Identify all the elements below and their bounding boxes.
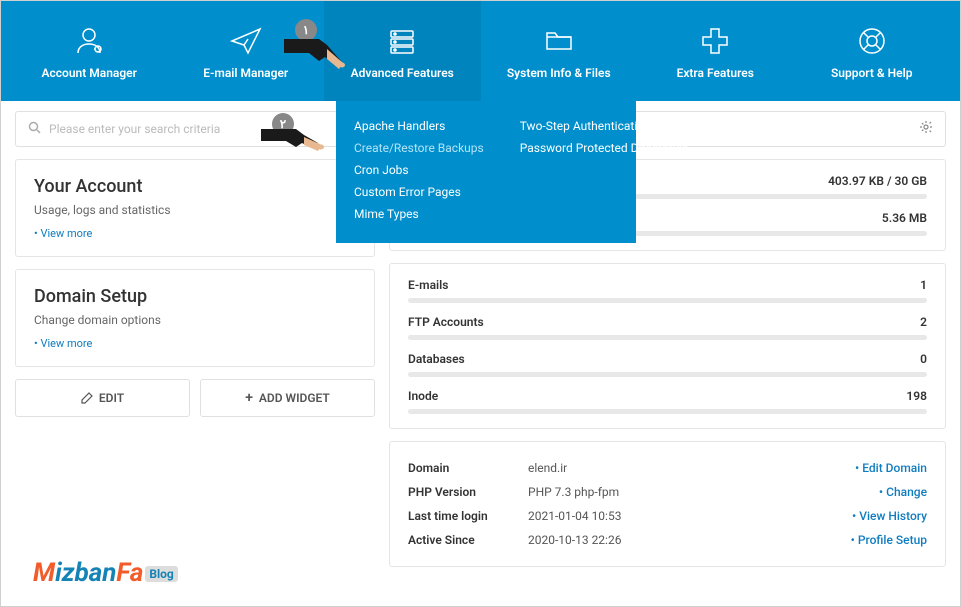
disk-space-value: 403.97 KB / 30 GB xyxy=(828,174,927,188)
plus-icon xyxy=(697,22,733,60)
pencil-icon xyxy=(81,392,93,404)
inode-value: 198 xyxy=(906,389,927,403)
paper-plane-icon xyxy=(228,22,264,60)
accounts-stats-box: E-mails 1 FTP Accounts 2 Databases 0 Inode 1… xyxy=(389,263,946,429)
domain-view-more[interactable]: • View more xyxy=(34,337,356,350)
dropdown-two-step-auth[interactable]: Two-Step Authentication xyxy=(520,115,689,137)
ftp-label: FTP Accounts xyxy=(408,315,484,329)
account-view-more[interactable]: • View more xyxy=(34,227,356,240)
edit-domain-link[interactable]: Edit Domain xyxy=(855,461,927,475)
advanced-features-dropdown: Apache Handlers Create/Restore Backups C… xyxy=(336,101,636,243)
info-active-value: 2020-10-13 22:26 xyxy=(528,533,851,547)
inode-bar xyxy=(408,409,927,414)
account-sub: Usage, logs and statistics xyxy=(34,203,356,217)
plus-small-icon: + xyxy=(245,390,253,406)
inode-label: Inode xyxy=(408,389,438,403)
domain-info-box: Domainelend.irEdit Domain PHP VersionPHP… xyxy=(389,441,946,567)
emails-value: 1 xyxy=(920,278,927,292)
info-domain-label: Domain xyxy=(408,461,528,475)
nav-extra-features[interactable]: Extra Features xyxy=(637,1,794,101)
pointing-hand-icon xyxy=(256,123,326,163)
dropdown-mime-types[interactable]: Mime Types xyxy=(354,203,484,225)
dropdown-apache-handlers[interactable]: Apache Handlers xyxy=(354,115,484,137)
your-account-card: Your Account Usage, logs and statistics … xyxy=(15,159,375,257)
nav-system-info[interactable]: System Info & Files xyxy=(481,1,638,101)
ftp-value: 2 xyxy=(920,315,927,329)
mizbanfa-logo: MizbanFaBlog xyxy=(33,558,178,588)
domain-sub: Change domain options xyxy=(34,313,356,327)
profile-setup-link[interactable]: Profile Setup xyxy=(851,533,927,547)
ftp-bar xyxy=(408,335,927,340)
db-label: Databases xyxy=(408,352,465,366)
edit-button[interactable]: EDIT xyxy=(15,379,190,417)
domain-setup-card: Domain Setup Change domain options • Vie… xyxy=(15,269,375,367)
account-title: Your Account xyxy=(34,176,356,197)
db-value: 0 xyxy=(920,352,927,366)
info-php-label: PHP Version xyxy=(408,485,528,499)
info-domain-value: elend.ir xyxy=(528,461,855,475)
search-icon xyxy=(28,121,41,138)
gear-icon[interactable] xyxy=(919,120,933,138)
change-link[interactable]: Change xyxy=(879,485,927,499)
view-history-link[interactable]: View History xyxy=(852,509,927,523)
lifebuoy-icon xyxy=(854,22,890,60)
pointing-hand-icon xyxy=(279,31,349,81)
db-bar xyxy=(408,372,927,377)
info-active-label: Active Since xyxy=(408,533,528,547)
info-login-value: 2021-01-04 10:53 xyxy=(528,509,852,523)
nav-account-manager[interactable]: Account Manager xyxy=(11,1,168,101)
server-icon xyxy=(384,22,420,60)
dropdown-custom-error-pages[interactable]: Custom Error Pages xyxy=(354,181,484,203)
add-widget-button[interactable]: + ADD WIDGET xyxy=(200,379,375,417)
dropdown-cron-jobs[interactable]: Cron Jobs xyxy=(354,159,484,181)
user-icon xyxy=(71,22,107,60)
info-login-label: Last time login xyxy=(408,509,528,523)
domain-title: Domain Setup xyxy=(34,286,356,307)
emails-label: E-mails xyxy=(408,278,448,292)
emails-bar xyxy=(408,298,927,303)
info-php-value: PHP 7.3 php-fpm xyxy=(528,485,879,499)
folder-icon xyxy=(541,22,577,60)
dropdown-create-restore-backups[interactable]: Create/Restore Backups xyxy=(354,137,484,159)
bandwidth-value: 5.36 MB xyxy=(882,211,927,225)
nav-support-help[interactable]: Support & Help xyxy=(794,1,951,101)
top-navigation: Account Manager E-mail Manager Advanced … xyxy=(1,1,960,101)
dropdown-password-protected[interactable]: Password Protected Directories xyxy=(520,137,689,159)
